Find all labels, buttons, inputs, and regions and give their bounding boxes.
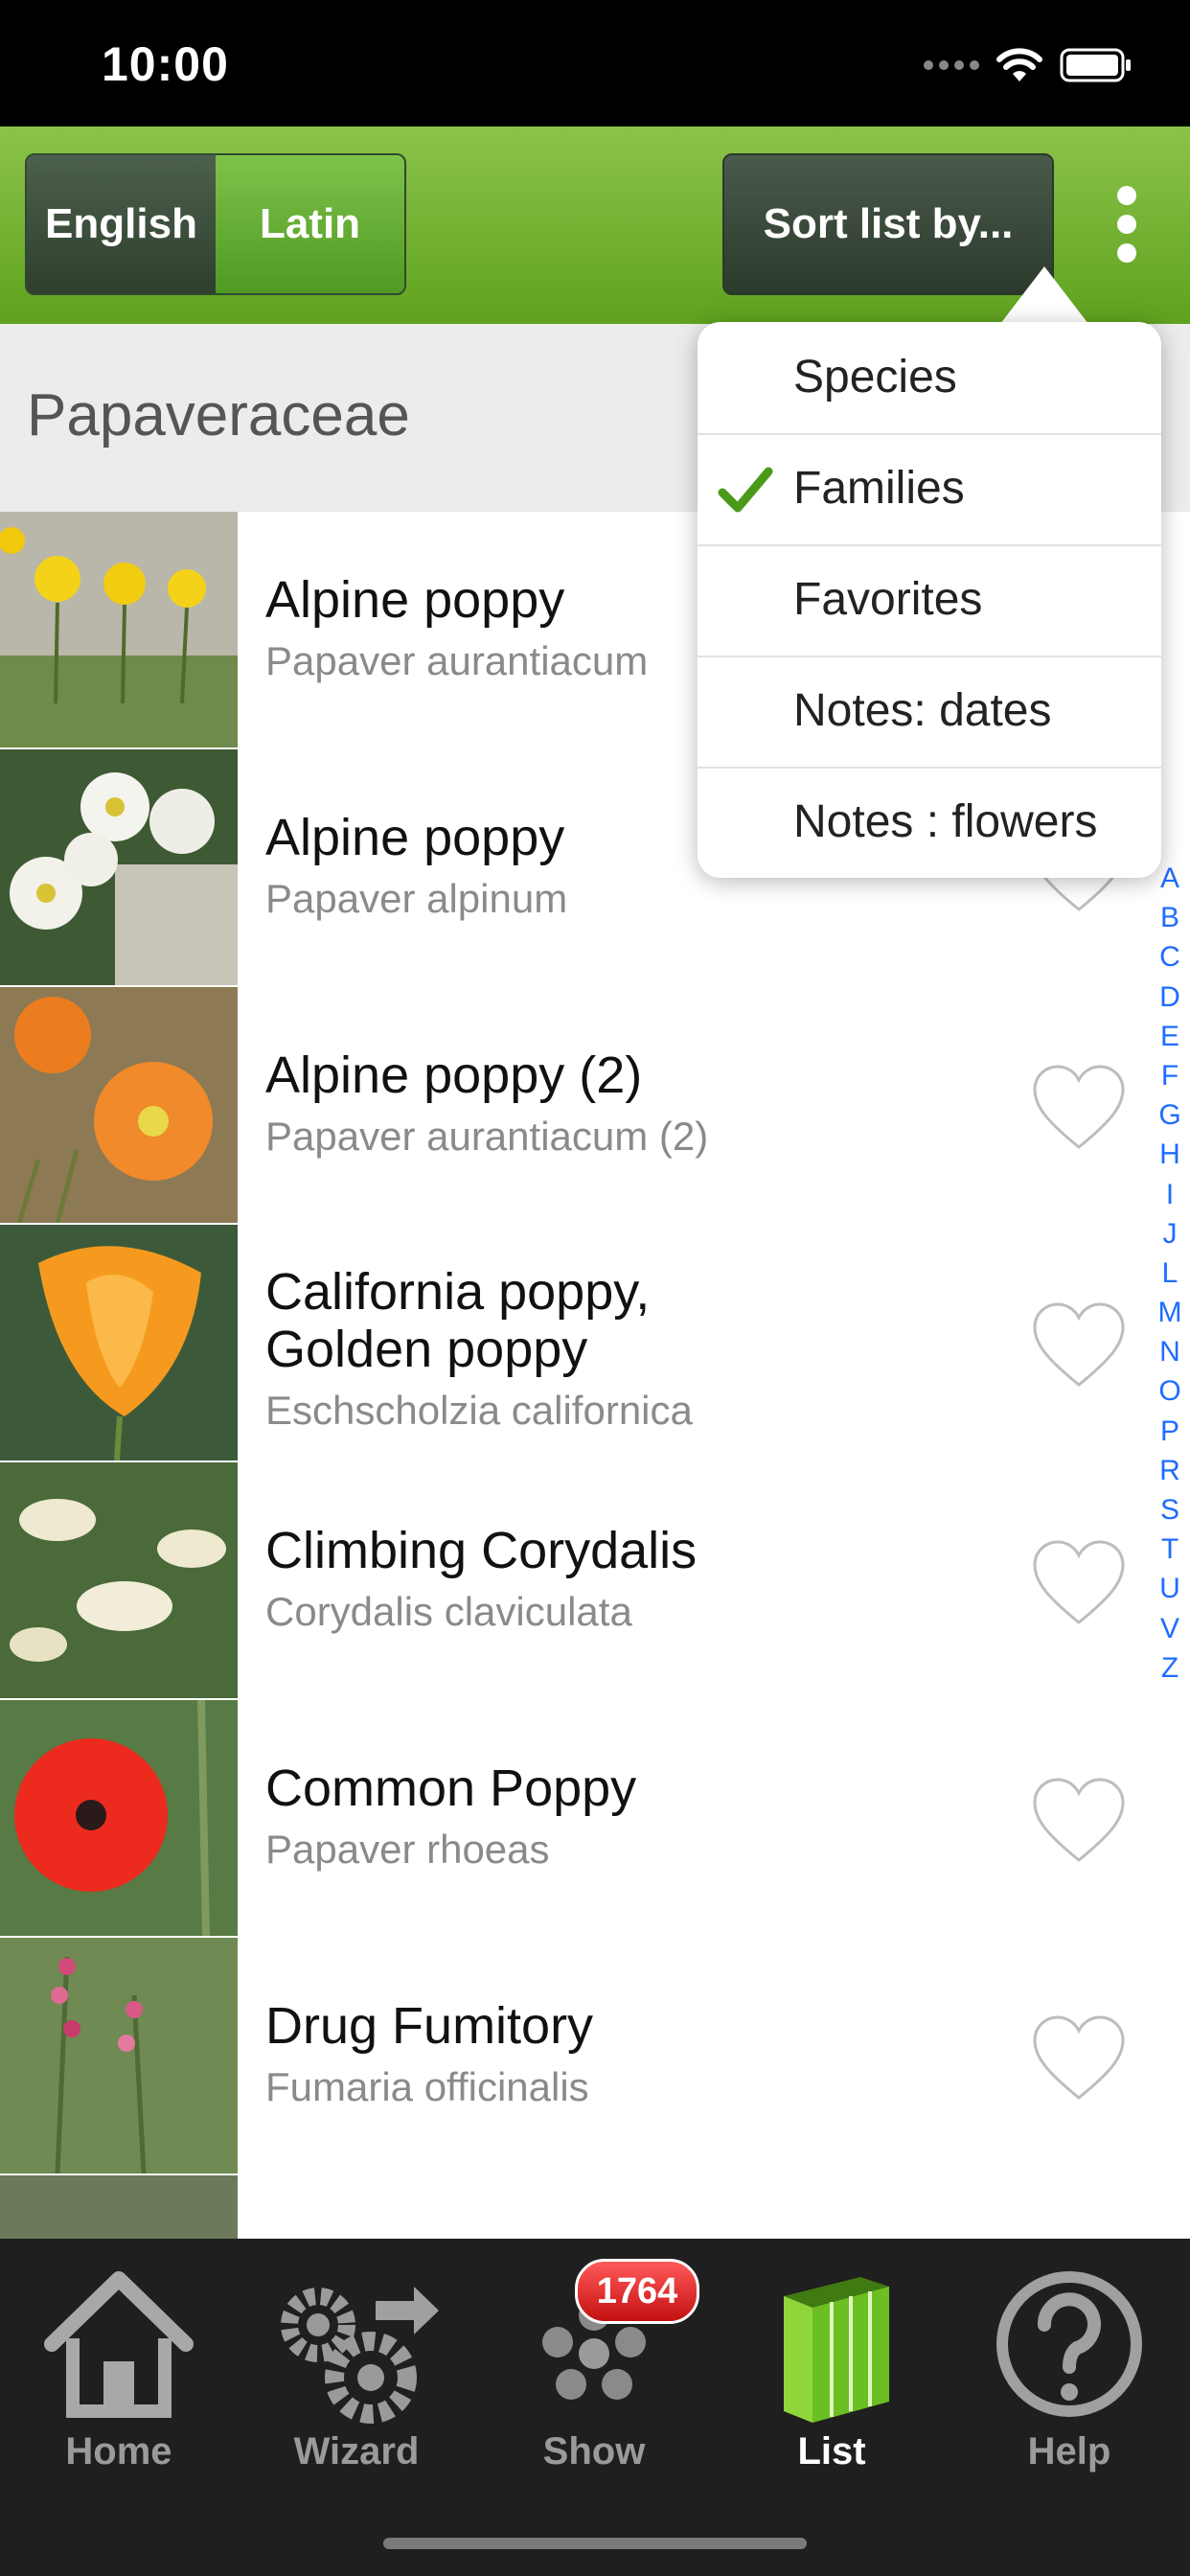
status-bar: 10:00	[0, 0, 1190, 126]
signal-icon	[924, 60, 979, 70]
list-item[interactable]: Alpine poppy (2) Papaver aurantiacum (2)	[0, 987, 1190, 1227]
row-text: Drug Fumitory Fumaria officinalis	[265, 1997, 859, 2112]
list-item[interactable]: Drug Fumitory Fumaria officinalis	[0, 1938, 1190, 2177]
plant-thumbnail	[0, 1700, 238, 1936]
row-text: California poppy, Golden poppy Eschschol…	[265, 1263, 859, 1436]
index-letter[interactable]: F	[1156, 1060, 1184, 1099]
status-icons	[924, 46, 1133, 84]
tab-wizard[interactable]: Wizard	[238, 2239, 475, 2497]
latin-name: Papaver rhoeas	[265, 1827, 550, 1872]
index-letter[interactable]: J	[1156, 1218, 1184, 1257]
favorite-heart-icon[interactable]	[1029, 1297, 1129, 1396]
index-letter[interactable]: O	[1156, 1375, 1184, 1414]
favorite-heart-icon[interactable]	[1029, 1534, 1129, 1634]
tab-help[interactable]: Help	[950, 2239, 1188, 2497]
status-time: 10:00	[102, 37, 229, 91]
row-text: Climbing Corydalis Corydalis claviculata	[265, 1522, 859, 1637]
latin-name: Papaver alpinum	[265, 876, 568, 921]
index-letter[interactable]: N	[1156, 1336, 1184, 1375]
index-letter[interactable]: R	[1156, 1455, 1184, 1494]
favorite-heart-icon[interactable]	[1029, 2010, 1129, 2109]
list-item-partial[interactable]	[0, 2175, 1190, 2239]
latin-name: Papaver aurantiacum (2)	[265, 1114, 709, 1159]
index-letter[interactable]: B	[1156, 902, 1184, 941]
sort-option-label: Notes : flowers	[793, 796, 1098, 847]
index-letter[interactable]: I	[1156, 1179, 1184, 1218]
checkmark-icon	[718, 467, 773, 513]
index-letter[interactable]: D	[1156, 981, 1184, 1021]
books-icon	[784, 2277, 889, 2423]
index-letter[interactable]: G	[1156, 1099, 1184, 1138]
plant-thumbnail	[0, 987, 238, 1223]
common-name: Climbing Corydalis	[265, 1522, 698, 1579]
wifi-icon	[996, 48, 1042, 81]
sort-option-notes-flowers[interactable]: Notes : flowers	[698, 767, 1161, 878]
plant-thumbnail	[0, 512, 238, 748]
tab-list[interactable]: List	[713, 2239, 950, 2497]
popover-arrow	[1000, 266, 1088, 324]
list-item[interactable]: California poppy, Golden poppy Eschschol…	[0, 1225, 1190, 1464]
sort-menu: Species Families Favorites Notes: dates …	[698, 322, 1161, 878]
sort-option-label: Notes: dates	[793, 685, 1052, 736]
house-icon	[44, 2271, 194, 2418]
home-indicator	[383, 2538, 807, 2549]
sort-option-species[interactable]: Species	[698, 322, 1161, 435]
list-item[interactable]: Common Poppy Papaver rhoeas	[0, 1700, 1190, 1940]
common-name: Drug Fumitory	[265, 1997, 594, 2055]
row-text: Common Poppy Papaver rhoeas	[265, 1760, 859, 1874]
common-name: Alpine poppy (2)	[265, 1046, 643, 1104]
tab-label: List	[797, 2430, 866, 2472]
tab-label: Show	[542, 2430, 646, 2472]
index-letter[interactable]: T	[1156, 1533, 1184, 1573]
sort-option-label: Families	[793, 463, 965, 514]
language-segmented-control: English Latin	[25, 153, 406, 295]
plant-thumbnail	[0, 2175, 238, 2239]
vertical-ellipsis-icon[interactable]	[1102, 186, 1152, 263]
common-name: California poppy,	[265, 1263, 651, 1321]
common-name-line-2: Golden poppy	[265, 1321, 588, 1378]
index-letter[interactable]: L	[1156, 1257, 1184, 1297]
latin-name: Fumaria officinalis	[265, 2064, 589, 2109]
show-count-badge: 1764	[575, 2259, 699, 2324]
sort-option-label: Species	[793, 352, 957, 402]
plant-thumbnail	[0, 1938, 238, 2174]
latin-toggle[interactable]: Latin	[216, 155, 404, 293]
tab-label: Wizard	[293, 2430, 420, 2472]
index-letter[interactable]: M	[1156, 1297, 1184, 1336]
plant-thumbnail	[0, 749, 238, 985]
favorite-heart-icon[interactable]	[1029, 1772, 1129, 1872]
index-letter[interactable]: S	[1156, 1494, 1184, 1533]
sort-option-label: Favorites	[793, 574, 983, 625]
index-letter[interactable]: E	[1156, 1021, 1184, 1060]
index-letter[interactable]: V	[1156, 1613, 1184, 1652]
question-circle-icon	[996, 2271, 1142, 2417]
english-toggle[interactable]: English	[27, 155, 216, 293]
section-title: Papaveraceae	[27, 382, 410, 448]
latin-name: Eschscholzia californica	[265, 1388, 693, 1433]
tab-label: Help	[1027, 2430, 1111, 2472]
sort-option-favorites[interactable]: Favorites	[698, 544, 1161, 657]
plant-thumbnail	[0, 1462, 238, 1698]
index-letter[interactable]: C	[1156, 941, 1184, 980]
sort-option-notes-dates[interactable]: Notes: dates	[698, 656, 1161, 769]
battery-icon	[1060, 48, 1131, 82]
latin-name: Corydalis claviculata	[265, 1589, 632, 1634]
tab-label: Home	[65, 2430, 172, 2472]
alphabet-index[interactable]: A B C D E F G H I J L M N O P R S T U V …	[1156, 862, 1184, 1692]
tab-home[interactable]: Home	[0, 2239, 238, 2497]
index-letter[interactable]: Z	[1156, 1652, 1184, 1691]
index-letter[interactable]: P	[1156, 1415, 1184, 1455]
row-text: Alpine poppy (2) Papaver aurantiacum (2)	[265, 1046, 859, 1162]
common-name: Common Poppy	[265, 1760, 637, 1817]
list-item[interactable]: Climbing Corydalis Corydalis claviculata	[0, 1462, 1190, 1702]
sort-option-families[interactable]: Families	[698, 433, 1161, 546]
index-letter[interactable]: U	[1156, 1573, 1184, 1612]
favorite-heart-icon[interactable]	[1029, 1059, 1129, 1159]
index-letter[interactable]: H	[1156, 1138, 1184, 1178]
gears-arrow-icon	[281, 2287, 439, 2424]
plant-thumbnail	[0, 1225, 238, 1460]
